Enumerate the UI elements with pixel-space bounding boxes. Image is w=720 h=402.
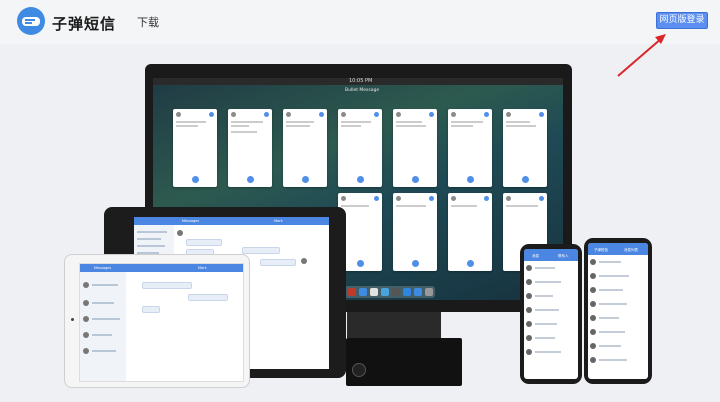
phone-right-header-right: 消息列表 xyxy=(624,248,638,252)
chat-card xyxy=(393,193,437,271)
phone-right: 子弹短信 消息列表 xyxy=(584,238,652,384)
nav-download-link[interactable]: 下载 xyxy=(137,14,159,30)
message-bubble xyxy=(188,294,228,301)
chat-card xyxy=(228,109,272,187)
web-login-button[interactable]: 网页版登录 xyxy=(656,12,708,29)
phone-left-screen: 消息 联系人 xyxy=(524,249,578,379)
chat-card xyxy=(338,109,382,187)
phone-left-header: 消息 联系人 xyxy=(524,249,578,261)
monitor-clock: 10:05 PM xyxy=(349,78,373,84)
message-bubble xyxy=(260,259,296,266)
brand-name[interactable]: 子弹短信 xyxy=(52,13,116,34)
chat-card xyxy=(448,109,492,187)
message-bubble xyxy=(242,247,280,254)
phone-right-screen: 子弹短信 消息列表 xyxy=(588,243,648,379)
red-arrow-icon xyxy=(617,34,666,77)
top-navigation-bar: 子弹短信 下载 网页版登录 xyxy=(0,0,720,44)
tablet-camera xyxy=(71,318,74,321)
tablet-small-header-left: Messages xyxy=(94,266,112,270)
phone-right-header-left: 子弹短信 xyxy=(594,248,608,252)
phone-left-header-left: 消息 xyxy=(532,254,539,258)
tablet-large-header-left: Messages xyxy=(182,219,200,223)
monitor-app-title: Bullet Message xyxy=(345,88,380,93)
chat-card xyxy=(173,109,217,187)
tablet-small-header-right: Mark xyxy=(198,266,207,270)
bullet-message-logo-icon[interactable] xyxy=(16,6,46,36)
chat-card xyxy=(283,109,327,187)
phone-right-header: 子弹短信 消息列表 xyxy=(588,243,648,255)
monitor-menu-bar: 10:05 PM xyxy=(153,78,563,85)
monitor-stand-neck xyxy=(347,312,441,338)
tablet-small: Messages Mark xyxy=(64,254,250,388)
message-bubble xyxy=(142,282,192,289)
chat-card xyxy=(503,109,547,187)
message-bubble xyxy=(142,306,160,313)
monitor-stand-base xyxy=(346,338,462,386)
chat-card xyxy=(393,109,437,187)
avatar xyxy=(301,258,307,264)
phone-left-header-right: 联系人 xyxy=(558,254,569,258)
message-bubble xyxy=(186,239,222,246)
phone-left: 消息 联系人 xyxy=(520,244,582,384)
tablet-large-header-right: Mark xyxy=(274,219,283,223)
avatar xyxy=(177,230,183,236)
power-button xyxy=(352,363,366,377)
tablet-small-screen: Messages Mark xyxy=(79,263,244,382)
tablet-small-sidebar xyxy=(80,272,126,381)
tablet-large-header: Messages Mark xyxy=(134,217,329,225)
chat-card xyxy=(448,193,492,271)
tablet-small-header: Messages Mark xyxy=(80,264,243,272)
app-dock xyxy=(345,286,435,298)
